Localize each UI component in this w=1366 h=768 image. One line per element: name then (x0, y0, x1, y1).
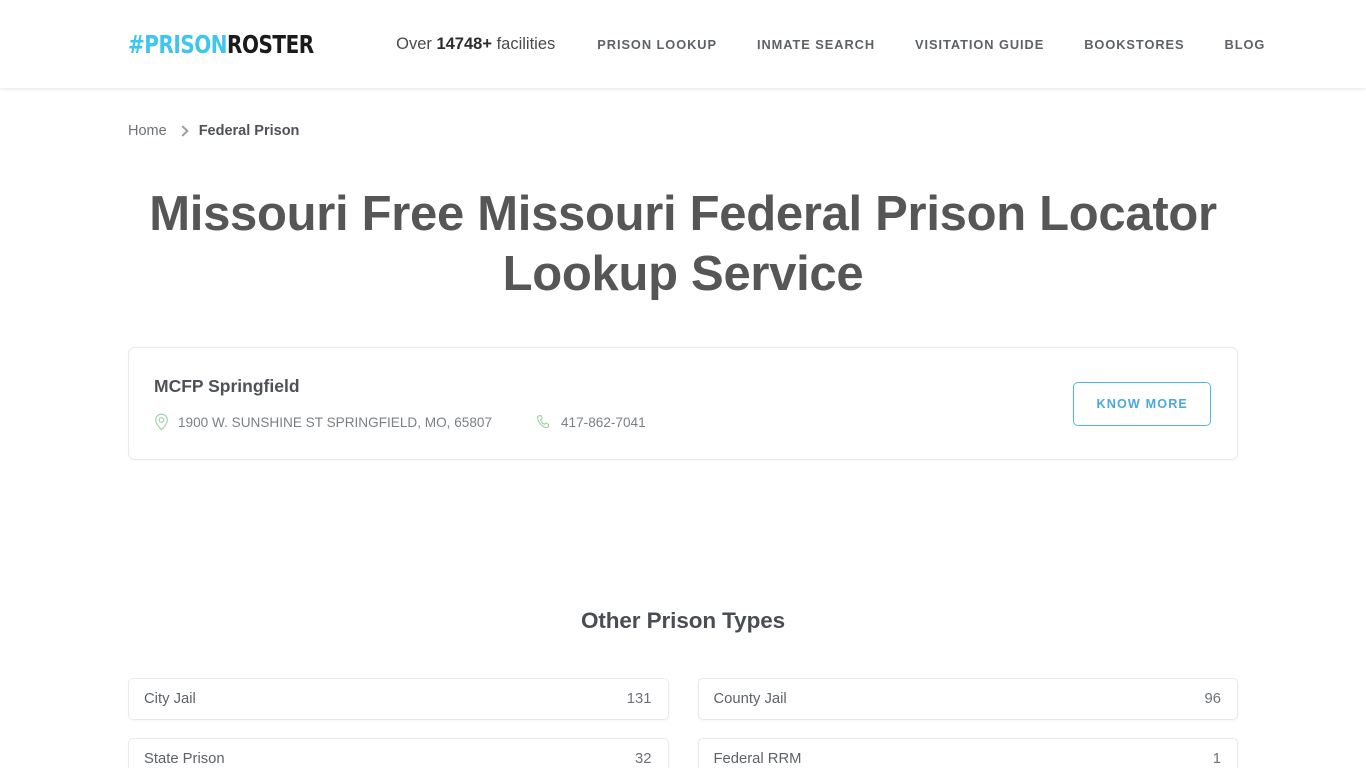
know-more-button[interactable]: KNOW MORE (1073, 381, 1211, 426)
facility-meta: 1900 W. SUNSHINE ST SPRINGFIELD, MO, 658… (154, 413, 1073, 431)
nav-item-prison-lookup[interactable]: PRISON LOOKUP (597, 37, 717, 52)
breadcrumb-home-link[interactable]: Home (128, 123, 167, 139)
prison-type-card-federal-rrm[interactable]: Federal RRM 1 (697, 738, 1238, 768)
facility-count-prefix: Over (396, 34, 437, 53)
other-prison-types-section: Other Prison Types City Jail 131 County … (128, 608, 1238, 768)
nav-item-visitation-guide[interactable]: VISITATION GUIDE (915, 37, 1044, 52)
page-title: Missouri Free Missouri Federal Prison Lo… (149, 187, 1217, 301)
prison-type-card-city-jail[interactable]: City Jail 131 (128, 678, 669, 720)
nav-item-blog[interactable]: BLOG (1225, 37, 1266, 52)
main-content: Home Federal Prison Missouri Free Missou… (0, 88, 1366, 768)
facility-count-number: 14748+ (436, 34, 492, 53)
facility-card: MCFP Springfield 1900 W. SUNSHINE ST SPR… (128, 347, 1238, 460)
site-logo[interactable]: #PRISONROSTER (128, 32, 314, 57)
location-pin-icon (154, 413, 169, 431)
facility-address-text: 1900 W. SUNSHINE ST SPRINGFIELD, MO, 658… (178, 414, 493, 430)
prison-type-card-state-prison[interactable]: State Prison 32 (128, 738, 669, 768)
logo-dark-text: ROSTER (227, 29, 314, 59)
prison-type-count: 131 (626, 691, 652, 707)
facility-count-label: Over 14748+ facilities (396, 35, 555, 54)
facility-phone-text: 417-862-7041 (561, 414, 646, 430)
facility-name: MCFP Springfield (154, 376, 300, 396)
prison-type-label: Federal RRM (713, 751, 802, 767)
phone-icon (536, 414, 552, 430)
other-prison-types-title: Other Prison Types (580, 608, 786, 633)
site-header: #PRISONROSTER Over 14748+ facilities PRI… (0, 0, 1366, 88)
main-navigation: PRISON LOOKUP INMATE SEARCH VISITATION G… (597, 37, 1265, 52)
prison-type-count: 96 (1204, 691, 1221, 707)
facility-address: 1900 W. SUNSHINE ST SPRINGFIELD, MO, 658… (154, 413, 536, 431)
prison-type-label: State Prison (144, 751, 225, 767)
page-container: Home Federal Prison Missouri Free Missou… (128, 88, 1238, 768)
prison-type-label: City Jail (144, 691, 196, 707)
facility-phone: 417-862-7041 (536, 414, 646, 430)
prison-type-card-county-jail[interactable]: County Jail 96 (697, 678, 1238, 720)
breadcrumb: Home Federal Prison (128, 88, 1238, 139)
logo-accent-text: #PRISON (128, 29, 228, 59)
prison-type-label: County Jail (713, 691, 787, 707)
breadcrumb-current: Federal Prison (198, 123, 300, 139)
facility-count-suffix: facilities (491, 34, 556, 53)
chevron-right-icon (177, 125, 189, 137)
nav-item-bookstores[interactable]: BOOKSTORES (1084, 37, 1184, 52)
header-inner: #PRISONROSTER Over 14748+ facilities PRI… (128, 32, 1264, 57)
prison-type-count: 32 (635, 751, 652, 767)
facility-info: MCFP Springfield 1900 W. SUNSHINE ST SPR… (154, 376, 1073, 431)
nav-item-inmate-search[interactable]: INMATE SEARCH (757, 37, 875, 52)
prison-type-count: 1 (1212, 751, 1221, 767)
prison-types-grid: City Jail 131 County Jail 96 State Priso… (128, 678, 1238, 768)
